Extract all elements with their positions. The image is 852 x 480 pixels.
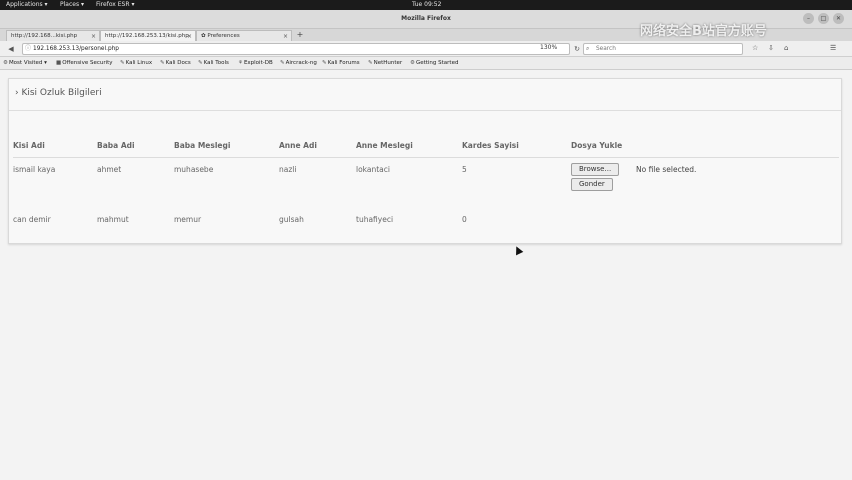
kali-icon: ✎ — [120, 60, 125, 66]
bookmark-label: Getting Started — [415, 60, 459, 66]
bookmark-label: Kali Tools — [203, 60, 229, 66]
bookmark-nethunter[interactable]: ✎NetHunter — [368, 57, 402, 70]
bookmark-kali-forums[interactable]: ✎Kali Forums — [322, 57, 360, 70]
exploit-db-icon: ⚘ — [238, 60, 243, 66]
bookmark-star-icon[interactable]: ☆ — [752, 44, 758, 52]
no-file-selected-label: No file selected. — [636, 165, 697, 174]
menu-icon[interactable]: ☰ — [830, 44, 836, 52]
close-button[interactable]: ✕ — [833, 13, 844, 24]
gear-icon: ⚙ — [410, 60, 415, 66]
mouse-pointer — [512, 244, 524, 256]
tab-1[interactable]: http://192.168...kisi.php × — [6, 30, 100, 41]
new-tab-icon[interactable]: + — [294, 30, 306, 40]
reload-icon[interactable]: ↻ — [572, 44, 582, 54]
tab-label: http://192.168.253.13/kisi.php — [105, 33, 189, 39]
navigation-bar: ◀ ⓘ 192.168.253.13/personel.php 130% ↻ ⌕… — [0, 41, 852, 57]
search-placeholder: Search — [596, 46, 616, 52]
kali-icon: ✎ — [368, 60, 373, 66]
minimize-button[interactable]: – — [803, 13, 814, 24]
cell-kisi-adi: ismail kaya — [13, 165, 56, 174]
bookmark-offensive-security[interactable]: ■Offensive Security — [56, 57, 113, 70]
header-dosya-yukle: Dosya Yukle — [571, 141, 623, 150]
firefox-app-menu[interactable]: Firefox ESR ▾ — [96, 0, 134, 10]
tab-3[interactable]: ✿ Preferences × — [196, 30, 292, 41]
video-watermark: 网络安全B站官方账号 — [640, 24, 767, 39]
home-icon[interactable]: ⌂ — [784, 44, 788, 52]
cell-baba-meslegi: muhasebe — [174, 165, 214, 174]
close-tab-icon[interactable]: × — [91, 31, 96, 41]
cell-baba-meslegi: memur — [174, 215, 202, 224]
tab-2[interactable]: http://192.168.253.13/kisi.php × — [100, 30, 196, 41]
cell-baba-adi: ahmet — [97, 165, 122, 174]
browse-button[interactable]: Browse... — [571, 163, 620, 176]
bookmark-label: Kali Linux — [125, 60, 153, 66]
cell-anne-adi: gulsah — [279, 215, 304, 224]
bookmark-aircrack-ng[interactable]: ✎Aircrack-ng — [280, 57, 317, 70]
clock: Tue 09:52 — [412, 1, 442, 8]
bookmark-label: Aircrack-ng — [285, 60, 317, 66]
url-text: 192.168.253.13/personel.php — [33, 46, 119, 52]
header-baba-meslegi: Baba Meslegi — [174, 141, 231, 150]
table-divider — [13, 157, 839, 158]
panel-title: › Kisi Ozluk Bilgileri — [15, 88, 102, 98]
bookmark-exploit-db[interactable]: ⚘Exploit-DB — [238, 57, 273, 70]
kali-icon: ✎ — [198, 60, 203, 66]
close-tab-icon[interactable]: × — [187, 31, 192, 41]
cell-baba-adi: mahmut — [97, 215, 129, 224]
cell-anne-meslegi: tuhafiyeci — [356, 215, 394, 224]
bookmark-kali-docs[interactable]: ✎Kali Docs — [160, 57, 191, 70]
search-input[interactable]: ⌕ Search — [583, 43, 743, 55]
bookmark-label: NetHunter — [373, 60, 403, 66]
applications-menu[interactable]: Applications ▾ — [6, 0, 48, 10]
kali-icon: ✎ — [160, 60, 165, 66]
bookmark-label: Kali Docs — [165, 60, 191, 66]
bookmark-label: Offensive Security — [62, 60, 113, 66]
cell-kisi-adi: can demir — [13, 215, 51, 224]
tab-label: http://192.168...kisi.php — [11, 33, 78, 39]
submit-button[interactable]: Gonder — [571, 178, 613, 191]
back-icon[interactable]: ◀ — [6, 44, 16, 54]
tab-label: ✿ Preferences — [201, 33, 240, 39]
header-anne-adi: Anne Adi — [279, 141, 317, 150]
bookmark-label: Most Visited ▾ — [8, 60, 47, 66]
header-kisi-adi: Kisi Adi — [13, 141, 45, 150]
cell-anne-meslegi: lokantaci — [356, 165, 390, 174]
maximize-button[interactable]: □ — [818, 13, 829, 24]
url-bar[interactable]: ⓘ 192.168.253.13/personel.php — [22, 43, 570, 55]
bookmark-getting-started[interactable]: ⚙Getting Started — [410, 57, 458, 70]
header-baba-adi: Baba Adi — [97, 141, 135, 150]
info-icon[interactable]: ⓘ — [25, 44, 31, 54]
panel-header: › Kisi Ozluk Bilgileri — [9, 79, 841, 111]
header-kardes-sayisi: Kardes Sayisi — [462, 141, 519, 150]
page-content: › Kisi Ozluk Bilgileri Kisi Adi Baba Adi… — [0, 70, 852, 480]
search-icon: ⌕ — [586, 45, 590, 52]
system-top-bar: Applications ▾ Places ▾ Firefox ESR ▾ Tu… — [0, 0, 852, 10]
bookmark-kali-linux[interactable]: ✎Kali Linux — [120, 57, 152, 70]
header-anne-meslegi: Anne Meslegi — [356, 141, 413, 150]
cell-anne-adi: nazli — [279, 165, 297, 174]
bookmark-most-visited[interactable]: ⚙Most Visited ▾ — [3, 57, 47, 70]
places-menu[interactable]: Places ▾ — [60, 0, 84, 10]
cell-kardes-sayisi: 5 — [462, 165, 467, 174]
zoom-level[interactable]: 130% — [540, 44, 557, 51]
bookmark-label: Kali Forums — [327, 60, 360, 66]
kali-icon: ✎ — [280, 60, 285, 66]
download-icon[interactable]: ⇩ — [768, 44, 774, 52]
bookmarks-toolbar: ⚙Most Visited ▾ ■Offensive Security ✎Kal… — [0, 57, 852, 70]
cell-kardes-sayisi: 0 — [462, 215, 467, 224]
gear-icon: ⚙ — [3, 60, 8, 66]
close-tab-icon[interactable]: × — [283, 31, 288, 41]
personnel-panel: › Kisi Ozluk Bilgileri Kisi Adi Baba Adi… — [8, 78, 842, 244]
bookmark-kali-tools[interactable]: ✎Kali Tools — [198, 57, 229, 70]
offsec-icon: ■ — [56, 60, 62, 66]
kali-icon: ✎ — [322, 60, 327, 66]
bookmark-label: Exploit-DB — [243, 60, 273, 66]
